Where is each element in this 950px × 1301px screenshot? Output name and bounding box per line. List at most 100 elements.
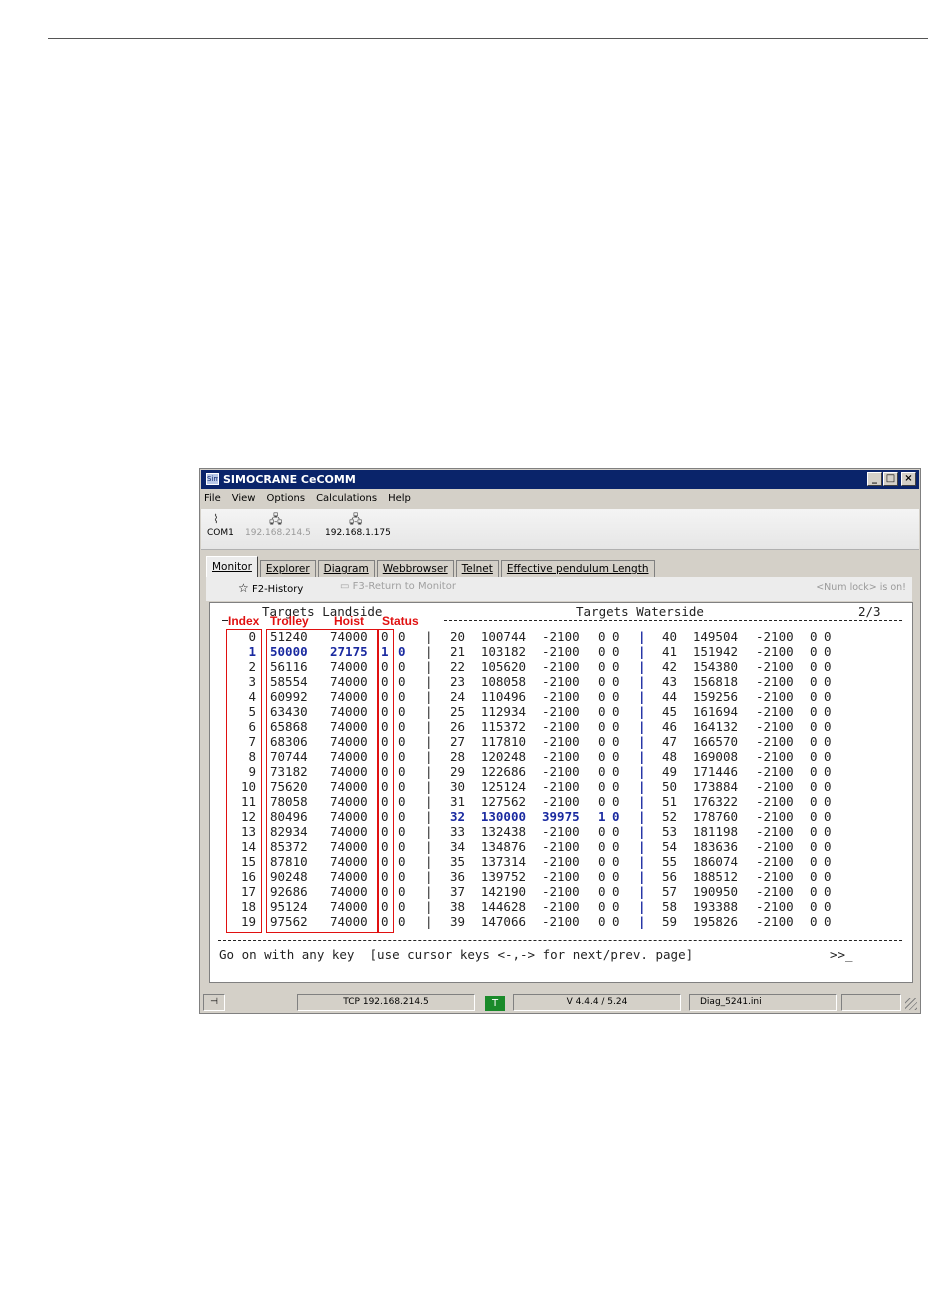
landside-hoist: 74000 (330, 899, 368, 914)
landside-status2: 0 (398, 749, 406, 764)
terminal-panel[interactable]: Targets Landside Targets Waterside 2/3 I… (209, 602, 913, 983)
resize-grip-icon[interactable] (905, 998, 917, 1010)
tab-monitor[interactable]: Monitor (206, 556, 258, 577)
landside-status1: 0 (381, 794, 389, 809)
menu-view[interactable]: View (232, 491, 256, 507)
landside-trolley: 70744 (270, 749, 308, 764)
column-separator: | (638, 854, 646, 869)
landside-status1: 0 (381, 734, 389, 749)
waterside2-trolley: 193388 (692, 899, 738, 914)
waterside2-trolley: 188512 (692, 869, 738, 884)
tab-telnet[interactable]: Telnet (455, 560, 499, 577)
title-bar[interactable]: Sim SIMOCRANE CeCOMM _ □ × (201, 470, 919, 489)
waterside-trolley: 142190 (480, 884, 526, 899)
prompt-text: Go on with any key [use cursor keys <-,-… (219, 947, 694, 962)
landside-hoist: 74000 (330, 674, 368, 689)
tab-webbrowser[interactable]: Webbrowser (376, 560, 454, 577)
waterside2-hoist: -2100 (756, 779, 794, 794)
tab-diagram[interactable]: Diagram (317, 560, 375, 577)
landside-trolley: 50000 (270, 644, 308, 659)
col-label-index: Index (228, 614, 260, 628)
column-separator: | (638, 884, 646, 899)
waterside2-trolley: 156818 (692, 674, 738, 689)
waterside-status1: 0 (598, 884, 606, 899)
waterside-status2: 0 (612, 884, 620, 899)
waterside-index: 20 (450, 629, 466, 644)
return-to-monitor-button[interactable]: ▭ F3-Return to Monitor (340, 581, 456, 592)
waterside2-status2: 0 (824, 734, 832, 749)
waterside-status1: 0 (598, 899, 606, 914)
menu-calculations[interactable]: Calculations (316, 491, 377, 507)
waterside-index: 35 (450, 854, 466, 869)
waterside2-hoist: -2100 (756, 764, 794, 779)
column-separator: | (425, 629, 433, 644)
com-port-button[interactable]: ⌇ COM1 (207, 512, 234, 540)
connection-disabled-button[interactable]: 🖧 192.168.214.5 (245, 512, 311, 540)
waterside-hoist: -2100 (542, 794, 580, 809)
waterside-index: 32 (450, 809, 466, 824)
pin-icon[interactable]: ⊣ (203, 994, 225, 1011)
tab-explorer[interactable]: Explorer (259, 560, 316, 577)
waterside2-status1: 0 (810, 914, 818, 929)
waterside2-status1: 0 (810, 884, 818, 899)
waterside2-trolley: 186074 (692, 854, 738, 869)
minimize-button[interactable]: _ (867, 472, 882, 486)
landside-hoist: 74000 (330, 689, 368, 704)
column-separator: | (638, 659, 646, 674)
landside-status2: 0 (398, 899, 406, 914)
waterside2-index: 48 (662, 749, 678, 764)
waterside-status2: 0 (612, 659, 620, 674)
waterside2-status2: 0 (824, 764, 832, 779)
menu-help[interactable]: Help (388, 491, 411, 507)
history-button[interactable]: ☆ F2-History (238, 581, 303, 595)
col-label-trolley: Trolley (270, 614, 309, 628)
waterside2-hoist: -2100 (756, 839, 794, 854)
column-separator: | (425, 644, 433, 659)
landside-trolley: 75620 (270, 779, 308, 794)
landside-status2: 0 (398, 809, 406, 824)
maximize-button[interactable]: □ (883, 472, 898, 486)
waterside2-index: 50 (662, 779, 678, 794)
waterside-trolley: 127562 (480, 794, 526, 809)
col-label-status: Status (382, 614, 419, 628)
waterside2-index: 40 (662, 629, 678, 644)
landside-index: 6 (248, 719, 256, 734)
column-separator: | (425, 884, 433, 899)
connection-active-button[interactable]: 🖧 192.168.1.175 (325, 512, 391, 540)
waterside2-trolley: 149504 (692, 629, 738, 644)
ip-disabled-label: 192.168.214.5 (245, 528, 311, 538)
column-separator: | (638, 779, 646, 794)
waterside2-index: 44 (662, 689, 678, 704)
landside-hoist: 74000 (330, 869, 368, 884)
waterside2-index: 41 (662, 644, 678, 659)
landside-status1: 0 (381, 629, 389, 644)
landside-hoist: 74000 (330, 734, 368, 749)
waterside-index: 37 (450, 884, 466, 899)
waterside2-status2: 0 (824, 884, 832, 899)
close-button[interactable]: × (901, 472, 916, 486)
waterside2-trolley: 169008 (692, 749, 738, 764)
column-separator: | (638, 644, 646, 659)
waterside-hoist: -2100 (542, 674, 580, 689)
waterside-status2: 0 (612, 719, 620, 734)
menu-file[interactable]: File (204, 491, 221, 507)
waterside2-status2: 0 (824, 704, 832, 719)
waterside-trolley: 130000 (480, 809, 526, 824)
landside-trolley: 51240 (270, 629, 308, 644)
waterside2-status1: 0 (810, 734, 818, 749)
waterside2-status2: 0 (824, 824, 832, 839)
waterside-status1: 0 (598, 689, 606, 704)
landside-hoist: 74000 (330, 764, 368, 779)
waterside-trolley: 144628 (480, 899, 526, 914)
waterside-hoist: -2100 (542, 629, 580, 644)
history-icon: ☆ (238, 581, 249, 595)
column-separator: | (425, 719, 433, 734)
landside-status2: 0 (398, 869, 406, 884)
column-separator: | (638, 689, 646, 704)
waterside-status2: 0 (612, 734, 620, 749)
menu-options[interactable]: Options (266, 491, 305, 507)
waterside2-trolley: 195826 (692, 914, 738, 929)
waterside2-trolley: 190950 (692, 884, 738, 899)
waterside2-status2: 0 (824, 629, 832, 644)
tab-effective-pendulum-length[interactable]: Effective pendulum Length (500, 560, 655, 577)
